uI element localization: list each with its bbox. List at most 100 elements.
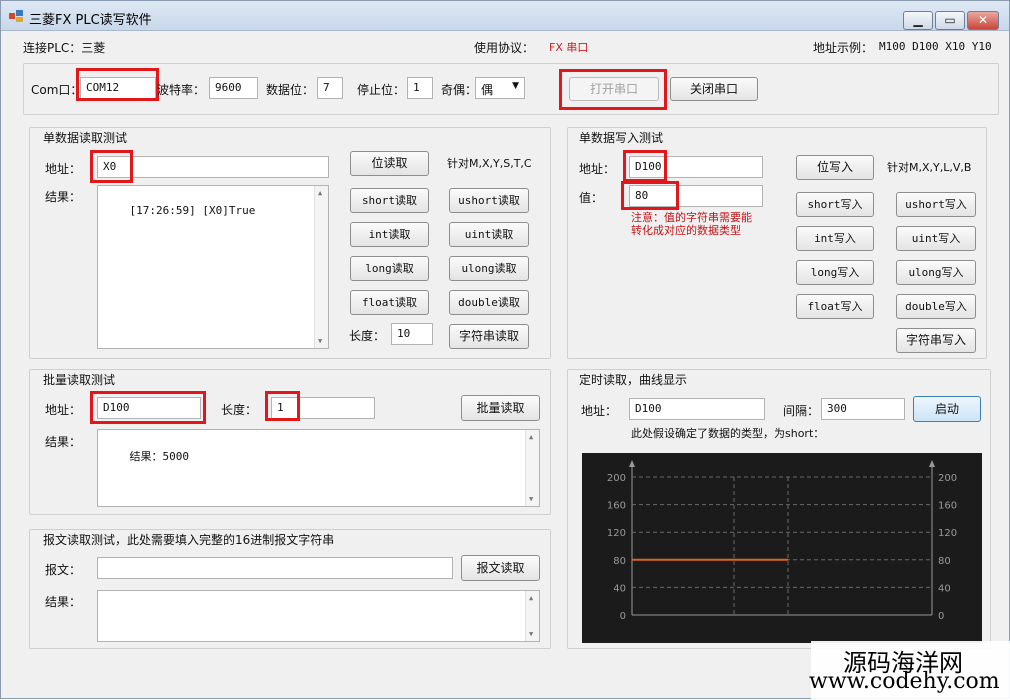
scroll-down-icon[interactable]: ▼ xyxy=(529,495,533,503)
string-read-button[interactable]: 字符串读取 xyxy=(449,324,529,349)
single-read-address-label: 地址： xyxy=(45,162,82,176)
single-read-result-area[interactable]: [17:26:59] [X0]True ▲ ▼ xyxy=(97,185,329,349)
y-tick-label-left: 0 xyxy=(620,611,626,622)
y-tick-label-left: 40 xyxy=(613,583,626,594)
single-read-result-text: [17:26:59] [X0]True xyxy=(129,204,256,217)
message-input[interactable] xyxy=(97,557,453,579)
bit-read-button[interactable]: 位读取 xyxy=(350,151,429,176)
ulong-read-button[interactable]: ulong读取 xyxy=(449,256,529,281)
float-write-button[interactable]: float写入 xyxy=(796,294,874,319)
single-read-scrollbar[interactable]: ▲ ▼ xyxy=(314,186,328,348)
uint-read-button[interactable]: uint读取 xyxy=(449,222,529,247)
window-title: 三菱FX PLC读写软件 xyxy=(29,13,152,28)
minimize-button[interactable]: ▁ xyxy=(903,11,933,30)
bit-write-note: 针对M,X,Y,L,V,B xyxy=(887,161,972,174)
protocol-label: 使用协议： xyxy=(474,41,535,55)
y-tick-label-right: 40 xyxy=(938,583,951,594)
long-read-button[interactable]: long读取 xyxy=(350,256,429,281)
single-write-address-label: 地址： xyxy=(579,162,616,176)
scroll-up-icon[interactable]: ▲ xyxy=(529,433,533,441)
timed-address-input[interactable]: D100 xyxy=(629,398,765,420)
ulong-write-button[interactable]: ulong写入 xyxy=(896,260,976,285)
scroll-down-icon[interactable]: ▼ xyxy=(529,630,533,638)
timed-interval-input[interactable]: 300 xyxy=(821,398,905,420)
message-result-label: 结果： xyxy=(45,595,82,609)
close-port-button[interactable]: 关闭串口 xyxy=(670,77,758,101)
y-tick-label-right: 0 xyxy=(938,611,944,622)
batch-read-title: 批量读取测试 xyxy=(41,371,118,388)
timed-start-button[interactable]: 启动 xyxy=(913,396,981,422)
com-label: Com口： xyxy=(31,83,83,97)
single-write-title: 单数据写入测试 xyxy=(577,129,666,146)
uint-write-button[interactable]: uint写入 xyxy=(896,226,976,251)
message-read-title: 报文读取测试，此处需要填入完整的16进制报文字符串 xyxy=(41,531,337,548)
string-length-label: 长度： xyxy=(349,329,386,343)
int-read-button[interactable]: int读取 xyxy=(350,222,429,247)
parity-label: 奇偶： xyxy=(441,83,478,97)
batch-result-scrollbar[interactable]: ▲ ▼ xyxy=(525,430,539,506)
batch-result-text: 结果：5000 xyxy=(129,450,190,463)
timed-read-title: 定时读取，曲线显示 xyxy=(577,371,690,388)
timed-read-note: 此处假设确定了数据的类型，为short： xyxy=(631,427,825,440)
baud-label: 波特率： xyxy=(157,83,206,97)
maximize-button[interactable]: ▭ xyxy=(935,11,965,30)
y-axis-right-arrow xyxy=(929,460,935,467)
y-tick-label-left: 80 xyxy=(613,556,626,567)
curve-chart-svg: 0 0 40 40 80 80 120 120 160 160 200 200 xyxy=(607,460,957,622)
message-read-button[interactable]: 报文读取 xyxy=(461,555,540,581)
string-write-button[interactable]: 字符串写入 xyxy=(896,328,976,353)
parity-value: 偶 xyxy=(481,83,494,97)
parity-select[interactable]: 偶 ▼ xyxy=(475,77,525,99)
message-result-scrollbar[interactable]: ▲ ▼ xyxy=(525,591,539,641)
message-result-area[interactable]: ▲ ▼ xyxy=(97,590,540,642)
scroll-up-icon[interactable]: ▲ xyxy=(318,189,322,197)
batch-read-button[interactable]: 批量读取 xyxy=(461,395,540,421)
short-read-button[interactable]: short读取 xyxy=(350,188,429,213)
app-icon xyxy=(9,10,23,22)
close-button[interactable]: ✕ xyxy=(967,11,999,30)
databits-label: 数据位： xyxy=(266,83,315,97)
databits-input[interactable]: 7 xyxy=(317,77,343,99)
message-label: 报文： xyxy=(45,563,82,577)
baud-rate-input[interactable]: 9600 xyxy=(209,77,258,99)
single-read-result-label: 结果： xyxy=(45,190,82,204)
batch-result-label: 结果： xyxy=(45,435,82,449)
y-axis-left-arrow xyxy=(629,460,635,467)
single-write-value-label: 值： xyxy=(579,191,604,205)
float-read-button[interactable]: float读取 xyxy=(350,290,429,315)
y-tick-label-left: 200 xyxy=(607,473,626,484)
address-example-label: 地址示例： xyxy=(813,41,874,55)
scroll-up-icon[interactable]: ▲ xyxy=(529,594,533,602)
double-read-button[interactable]: double读取 xyxy=(449,290,529,315)
title-bar[interactable]: 三菱FX PLC读写软件 ▁ ▭ ✕ xyxy=(1,1,1009,31)
write-note-line1: 注意：值的字符串需要能 xyxy=(631,211,752,224)
timed-address-label: 地址： xyxy=(581,404,618,418)
long-write-button[interactable]: long写入 xyxy=(796,260,874,285)
stopbits-input[interactable]: 1 xyxy=(407,77,433,99)
y-tick-label-right: 160 xyxy=(938,501,957,512)
batch-length-highlight xyxy=(265,391,300,421)
curve-chart[interactable]: 0 0 40 40 80 80 120 120 160 160 200 200 xyxy=(582,453,982,643)
ushort-read-button[interactable]: ushort读取 xyxy=(449,188,529,213)
protocol-value: FX 串口 xyxy=(549,41,589,54)
y-tick-label-right: 120 xyxy=(938,528,957,539)
scroll-down-icon[interactable]: ▼ xyxy=(318,337,322,345)
batch-address-label: 地址： xyxy=(45,403,82,417)
ushort-write-button[interactable]: ushort写入 xyxy=(896,192,976,217)
string-length-input[interactable]: 10 xyxy=(391,323,433,345)
open-port-button[interactable]: 打开串口 xyxy=(569,77,659,101)
y-tick-label-left: 120 xyxy=(607,528,626,539)
double-write-button[interactable]: double写入 xyxy=(896,294,976,319)
address-example-value: M100 D100 X10 Y10 xyxy=(879,40,992,53)
bit-write-button[interactable]: 位写入 xyxy=(796,155,874,180)
y-tick-label-right: 200 xyxy=(938,473,957,484)
y-tick-label-left: 160 xyxy=(607,501,626,512)
main-window: 三菱FX PLC读写软件 ▁ ▭ ✕ 连接PLC：三菱 使用协议： FX 串口 … xyxy=(0,0,1010,700)
single-read-address-highlight xyxy=(90,150,133,183)
timed-interval-label: 间隔： xyxy=(783,404,820,418)
int-write-button[interactable]: int写入 xyxy=(796,226,874,251)
batch-address-highlight xyxy=(90,391,206,424)
chevron-down-icon: ▼ xyxy=(512,81,519,91)
short-write-button[interactable]: short写入 xyxy=(796,192,874,217)
batch-result-area[interactable]: 结果：5000 ▲ ▼ xyxy=(97,429,540,507)
